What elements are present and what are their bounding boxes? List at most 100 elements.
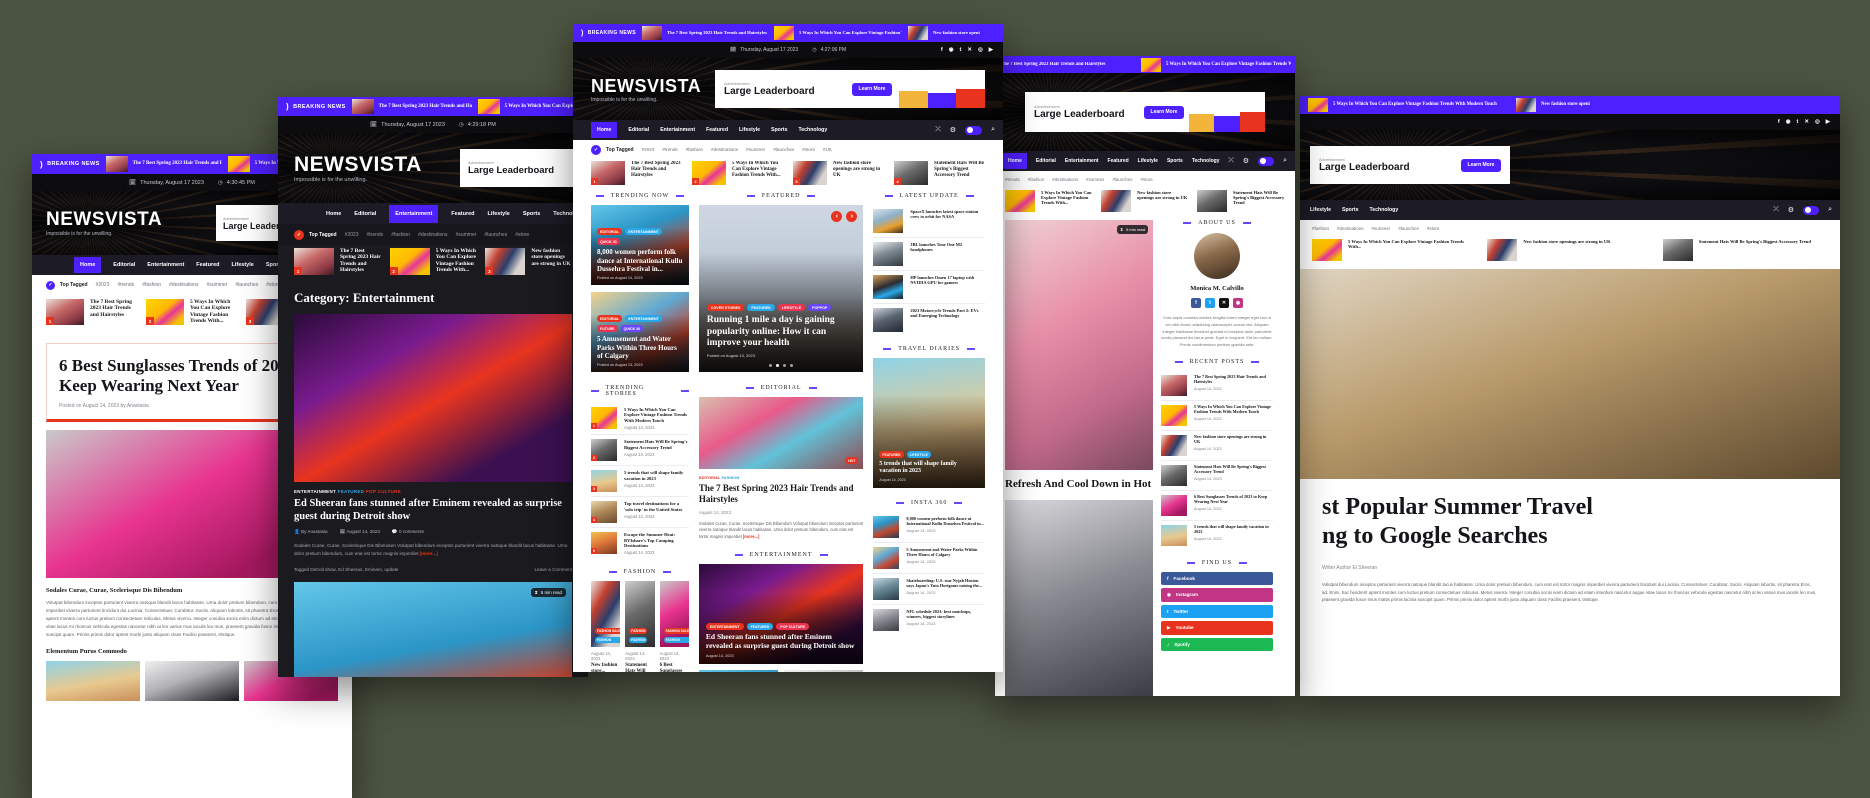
- nav-item-sports[interactable]: Sports: [523, 211, 540, 217]
- carousel-dot[interactable]: [768, 363, 772, 367]
- ad-learn-more-button[interactable]: Learn More: [852, 82, 892, 96]
- entertainment-card[interactable]: ENTERTAINMENT FEATURED POP CULTURE Ed Sh…: [698, 564, 864, 664]
- nav-item-lifestyle[interactable]: Lifestyle: [232, 262, 254, 268]
- gear-icon[interactable]: ⚙: [950, 126, 956, 134]
- author-social-links[interactable]: f t ✕ ◉: [1161, 298, 1273, 308]
- tag-chip[interactable]: #2023: [96, 282, 110, 288]
- top-tagged-card[interactable]: 5 Ways In Which You Can Explore Vintage …: [1312, 239, 1477, 261]
- twitter-icon[interactable]: t: [960, 47, 962, 53]
- list-item[interactable]: SpaceX launches latest space station cre…: [873, 205, 985, 238]
- youtube-icon[interactable]: ▶: [1826, 119, 1830, 125]
- chip[interactable]: FASHION: [595, 637, 621, 644]
- instagram-icon[interactable]: ◉: [1233, 298, 1243, 308]
- nav-item-sports[interactable]: Sports: [1167, 158, 1183, 164]
- chip[interactable]: FASHION: [629, 637, 648, 644]
- dribbble-icon[interactable]: ◎: [1815, 119, 1820, 125]
- list-item[interactable]: 5 trends that will shape family vacation…: [1161, 521, 1273, 550]
- top-tagged-card[interactable]: 4 Statement Hats Will Be Spring's Bigges…: [894, 161, 985, 185]
- trending-card[interactable]: EDITORIAL ENTERTAINMENT FUTURE QUICK 30 …: [591, 292, 689, 372]
- tag-chip[interactable]: #trends: [118, 282, 135, 288]
- shuffle-icon[interactable]: ⤫: [1773, 206, 1779, 214]
- shuffle-icon[interactable]: ⤫: [1228, 157, 1234, 165]
- tag-chip[interactable]: #summer: [456, 232, 477, 238]
- list-title[interactable]: 2023 Motorcycle Trends Part 2: EVs and E…: [910, 308, 985, 332]
- top-tagged-card[interactable]: Statement Hats Will Be Spring's Biggest …: [1662, 239, 1828, 261]
- entertainment-small-card[interactable]: EDITORIAL ENTERTAINMENT QUICK 30: [698, 670, 779, 672]
- tag-chip[interactable]: #fashion: [142, 282, 161, 288]
- breaking-news-item[interactable]: New fashion store openi: [1516, 98, 1686, 112]
- list-item[interactable]: New fashion store openings are strong in…: [1161, 431, 1273, 461]
- card-title[interactable]: Running 1 mile a day is gaining populari…: [707, 315, 855, 349]
- top-tagged-bar[interactable]: ✓ Top Tagged #2023 #trends #fashion #des…: [278, 224, 588, 245]
- tag-chip[interactable]: #summer: [1086, 177, 1104, 182]
- chip[interactable]: FASHION SALE: [663, 628, 689, 635]
- nav-item-entertainment[interactable]: Entertainment: [1065, 158, 1099, 164]
- dribbble-icon[interactable]: ◎: [978, 47, 983, 53]
- carousel-dot[interactable]: [783, 363, 787, 367]
- nav-tools[interactable]: ⤫ ⚙ ⌕: [1773, 205, 1832, 215]
- breaking-news-bar[interactable]: ) BREAKING NEWS The 7 Best Spring 2023 H…: [278, 97, 588, 116]
- tag-chip[interactable]: #store: [515, 232, 529, 238]
- list-item[interactable]: HP launches Omen 17 laptop with NVIDIA G…: [873, 271, 985, 304]
- facebook-icon[interactable]: f: [1778, 119, 1780, 125]
- chip[interactable]: ENTERTAINMENT: [625, 228, 662, 236]
- list-item[interactable]: 8,000 women perform folk dance at Intern…: [873, 512, 985, 543]
- find-us-youtube[interactable]: ▶ Youtube: [1161, 620, 1273, 635]
- tag-chip[interactable]: #fashion: [1312, 226, 1329, 231]
- carousel-prev-button[interactable]: ‹: [831, 211, 843, 222]
- read-more-link[interactable]: [more...]: [743, 534, 760, 539]
- nav-item-lifestyle[interactable]: Lifestyle: [1310, 207, 1331, 213]
- ad-learn-more-button[interactable]: Learn More: [1144, 105, 1184, 119]
- breaking-news-item[interactable]: The 7 Best Spring 2023 Hair Trends and H…: [351, 99, 472, 114]
- top-tagged-card[interactable]: New fashion store openings are strong in…: [1101, 190, 1189, 212]
- chip[interactable]: FASHION: [663, 637, 689, 644]
- list-item[interactable]: NFL schedule 2023: best matchups, winner…: [873, 605, 985, 635]
- nav-item-entertainment[interactable]: Entertainment: [389, 204, 439, 223]
- top-tagged-card[interactable]: 2 5 Ways In Which You Can Explore Vintag…: [692, 161, 783, 185]
- list-title[interactable]: 5 trends that will shape family vacation…: [624, 470, 689, 481]
- list-item[interactable]: 2 Statement Hats Will Be Spring's Bigges…: [591, 435, 689, 467]
- breaking-news-bar[interactable]: 5 Ways In Which You Can Explore Vintage …: [1300, 96, 1840, 114]
- main-nav[interactable]: Home Editorial Entertainment Featured Li…: [995, 151, 1295, 171]
- chip[interactable]: FUTURE: [597, 325, 618, 333]
- tag-chip[interactable]: #trends: [662, 147, 677, 152]
- main-nav[interactable]: Home Editorial Entertainment Featured Li…: [278, 203, 588, 224]
- kicker-featured[interactable]: FEATURED: [338, 489, 365, 494]
- kicker-entertainment[interactable]: ENTERTAINMENT: [294, 489, 336, 494]
- list-item[interactable]: JBL launches Tour One M2 headphones: [873, 238, 985, 271]
- breaking-news-item[interactable]: New fashion store openi: [908, 26, 992, 40]
- site-logo[interactable]: NEWSVISTA: [46, 209, 162, 231]
- facebook-icon[interactable]: f: [941, 47, 943, 53]
- top-tagged-card[interactable]: 1 The 7 Best Spring 2023 Hair Trends and…: [46, 299, 138, 325]
- leaderboard-ad[interactable]: Advertisement Large Leaderboard Learn Mo…: [1310, 146, 1510, 184]
- list-title[interactable]: New fashion store openings are strong in…: [1194, 434, 1273, 445]
- site-logo[interactable]: NEWSVISTA: [591, 76, 701, 97]
- list-item[interactable]: Skateboarding: U.S. star Nyjah Huston sa…: [873, 574, 985, 605]
- list-item[interactable]: 5 Amusement and Water Parks Within Three…: [873, 543, 985, 574]
- chip[interactable]: FEATURED: [746, 623, 774, 631]
- twitter-icon[interactable]: t: [1205, 298, 1215, 308]
- dark-mode-toggle[interactable]: [1803, 205, 1820, 215]
- tag-chip[interactable]: #destinations: [711, 147, 738, 152]
- tag-chip[interactable]: #destinations: [1052, 177, 1078, 182]
- top-tagged-card[interactable]: 3 New fashion store openings are strong …: [793, 161, 884, 185]
- instagram-icon[interactable]: ◉: [949, 47, 954, 53]
- travel-card[interactable]: FEATURED LIFESTYLE 5 trends that will sh…: [873, 358, 985, 488]
- list-item[interactable]: Statement Hats Will Be Spring's Biggest …: [1161, 461, 1273, 491]
- breaking-news-item[interactable]: 5 Ways In Which You Can Explore Vintage …: [477, 99, 588, 114]
- nav-item-editorial[interactable]: Editorial: [1036, 158, 1056, 164]
- list-title[interactable]: NFL schedule 2023: best matchups, winner…: [906, 609, 985, 619]
- carousel-dot[interactable]: [790, 363, 794, 367]
- tag-chip[interactable]: #destinations: [1337, 226, 1364, 231]
- nav-item-technology[interactable]: Technology: [798, 127, 827, 133]
- nav-item-technology[interactable]: Technology: [1192, 158, 1220, 164]
- nav-item-entertainment[interactable]: Entertainment: [660, 127, 695, 133]
- list-title[interactable]: 5 Ways In Which You Can Explore Vintage …: [624, 407, 689, 423]
- x-icon[interactable]: ✕: [1804, 119, 1809, 125]
- top-tagged-bar[interactable]: #fashion #destinations #summer #launches…: [1300, 220, 1840, 237]
- search-icon[interactable]: ⌕: [1828, 206, 1832, 214]
- chip[interactable]: FASHION SALE: [595, 628, 621, 635]
- top-tagged-card[interactable]: 1 The 7 Best Spring 2023 Hair Trends and…: [591, 161, 682, 185]
- list-item[interactable]: 3 5 trends that will shape family vacati…: [591, 466, 689, 498]
- main-nav[interactable]: Lifestyle Sports Technology ⤫ ⚙ ⌕: [1300, 200, 1840, 220]
